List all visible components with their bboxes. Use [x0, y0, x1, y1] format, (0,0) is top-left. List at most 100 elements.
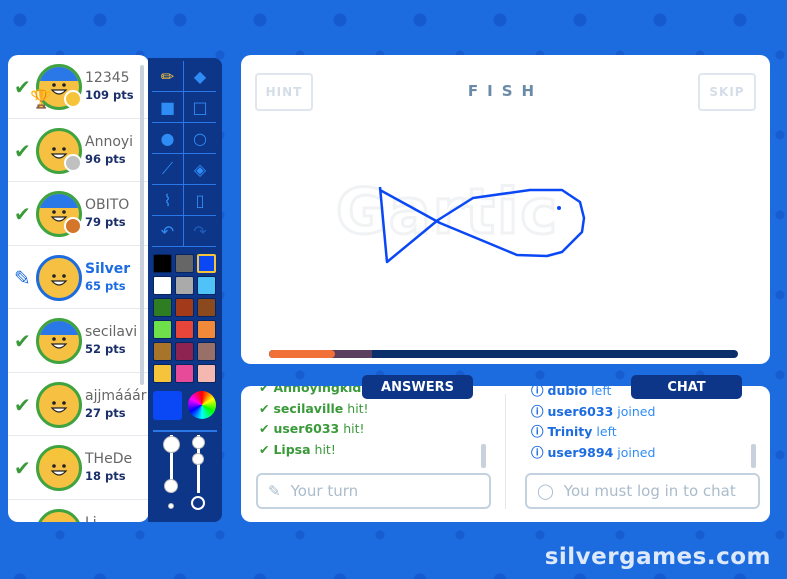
- message-user: dubio: [547, 386, 588, 398]
- player-row[interactable]: ✎ Silver 65 pts: [8, 246, 149, 309]
- color-swatch[interactable]: [175, 364, 194, 383]
- avatar: [36, 381, 82, 428]
- message-user: Annoyingkid: [273, 386, 362, 395]
- chat-bubble-icon: ◯: [537, 482, 554, 500]
- drawing-canvas[interactable]: HINT FISH SKIP Gartic: [241, 55, 770, 364]
- info-icon: ⓘ: [531, 444, 544, 460]
- color-swatch[interactable]: [197, 254, 216, 273]
- color-swatch[interactable]: [153, 320, 172, 339]
- player-points: 79 pts: [85, 215, 126, 229]
- message-text: left: [596, 424, 617, 439]
- player-points: 27 pts: [85, 405, 126, 420]
- message: ✔ secilaville hit!: [259, 401, 369, 416]
- eraser-icon: ◆: [193, 66, 207, 86]
- circle-tool[interactable]: ○: [184, 123, 216, 154]
- site-watermark: silvergames.com: [544, 544, 771, 570]
- color-swatch[interactable]: [197, 276, 216, 295]
- player-list: ✔ 🏆 12345 109 pts ✔ Annoyi 96 pts ✔ OBITO 79 pts ✎…: [8, 55, 149, 522]
- player-name: THeDe: [85, 451, 133, 467]
- player-row[interactable]: ✔ THeDe 18 pts: [8, 436, 149, 500]
- opacity-handle[interactable]: [192, 453, 204, 465]
- timer-bar: [269, 350, 738, 358]
- answer-input[interactable]: ✎ Your turn: [256, 473, 491, 509]
- color-swatch[interactable]: [153, 364, 172, 383]
- redo-icon: ↷: [193, 221, 207, 241]
- color-swatch[interactable]: [153, 276, 172, 295]
- player-row[interactable]: Li: [8, 500, 149, 523]
- player-points: 96 pts: [85, 151, 126, 166]
- avatar: [36, 254, 82, 301]
- message-user: Lipsa: [273, 441, 311, 457]
- line-icon: ⟋: [161, 159, 174, 178]
- color-swatch[interactable]: [197, 320, 216, 339]
- chat-placeholder: You must log in to chat: [563, 482, 736, 500]
- player-points: 109 pts: [85, 88, 134, 102]
- brush-size-handle[interactable]: [164, 479, 178, 493]
- tab-chat[interactable]: CHAT: [631, 375, 742, 399]
- player-badge: [64, 217, 82, 235]
- color-swatch[interactable]: [175, 320, 194, 339]
- color-swatch[interactable]: [197, 342, 216, 361]
- check-icon: ✔: [259, 400, 270, 416]
- check-icon: ✔: [14, 138, 31, 163]
- check-icon: ✔: [259, 441, 270, 457]
- tab-answers[interactable]: ANSWERS: [362, 375, 473, 399]
- color-swatch[interactable]: [175, 276, 194, 295]
- color-swatch[interactable]: [153, 342, 172, 361]
- color-swatch[interactable]: [153, 298, 172, 317]
- player-name: Silver: [85, 260, 131, 277]
- avatar: [36, 445, 82, 491]
- player-row[interactable]: ✔ Annoyi 96 pts: [8, 119, 149, 182]
- check-icon: ✔: [14, 456, 31, 480]
- player-name: 12345: [85, 70, 130, 86]
- color-swatch[interactable]: [197, 364, 216, 383]
- chat-scrollbar[interactable]: [751, 444, 756, 468]
- color-wheel-button[interactable]: [188, 391, 216, 419]
- player-row[interactable]: ✔ secilavi 52 pts: [8, 309, 149, 373]
- player-row[interactable]: ✔ OBITO 79 pts: [8, 182, 149, 246]
- fish-drawing: [378, 186, 586, 264]
- pencil-tool[interactable]: ✏: [152, 61, 184, 92]
- filled-rect-tool[interactable]: ■: [152, 92, 184, 123]
- color-swatch[interactable]: [175, 254, 194, 273]
- answers-scrollbar[interactable]: [481, 444, 486, 468]
- message-user: user9894: [547, 444, 614, 460]
- size-max-indicator: [163, 436, 180, 453]
- color-swatch[interactable]: [153, 254, 172, 273]
- timer-fill: [269, 350, 335, 358]
- eyedropper-tool[interactable]: ⌇: [152, 185, 184, 216]
- player-name: Li: [85, 515, 97, 523]
- current-color: [153, 391, 182, 420]
- filled-rect-icon: ■: [159, 97, 176, 117]
- player-name: secilavi: [85, 324, 138, 340]
- fill-bucket-icon: ◈: [193, 159, 207, 179]
- message: ⓘ user6033 joined: [531, 401, 655, 420]
- info-icon: ⓘ: [531, 403, 544, 419]
- fill-bucket-tool[interactable]: ◈: [184, 154, 216, 185]
- filled-circle-tool[interactable]: ●: [152, 123, 184, 154]
- check-icon: ✔: [14, 75, 31, 99]
- check-icon: ✔: [14, 329, 31, 353]
- color-swatch[interactable]: [197, 298, 216, 317]
- chat-input[interactable]: ◯ You must log in to chat: [525, 473, 760, 509]
- new-page-tool[interactable]: ▯: [184, 185, 216, 216]
- redo-tool[interactable]: ↷: [184, 216, 216, 247]
- message-text: hit!: [314, 441, 336, 457]
- rect-tool[interactable]: □: [184, 92, 216, 123]
- undo-tool[interactable]: ↶: [152, 216, 184, 247]
- line-tool[interactable]: ⟋: [152, 154, 184, 185]
- message: ✔ user6033 hit!: [259, 421, 365, 436]
- divider: [505, 394, 506, 509]
- player-row[interactable]: ✔ ajjmááár 27 pts: [8, 373, 149, 436]
- player-badge: [64, 153, 82, 172]
- player-points: 18 pts: [85, 469, 126, 483]
- eraser-tool[interactable]: ◆: [184, 61, 216, 92]
- player-row[interactable]: ✔ 🏆 12345 109 pts: [8, 55, 149, 119]
- player-points: 52 pts: [85, 342, 126, 356]
- pencil-icon: ✎: [268, 482, 281, 500]
- message-text: hit!: [343, 421, 365, 436]
- check-icon: ✔: [14, 392, 31, 417]
- player-list-scrollbar[interactable]: [140, 65, 144, 385]
- color-swatch[interactable]: [175, 342, 194, 361]
- color-swatch[interactable]: [175, 298, 194, 317]
